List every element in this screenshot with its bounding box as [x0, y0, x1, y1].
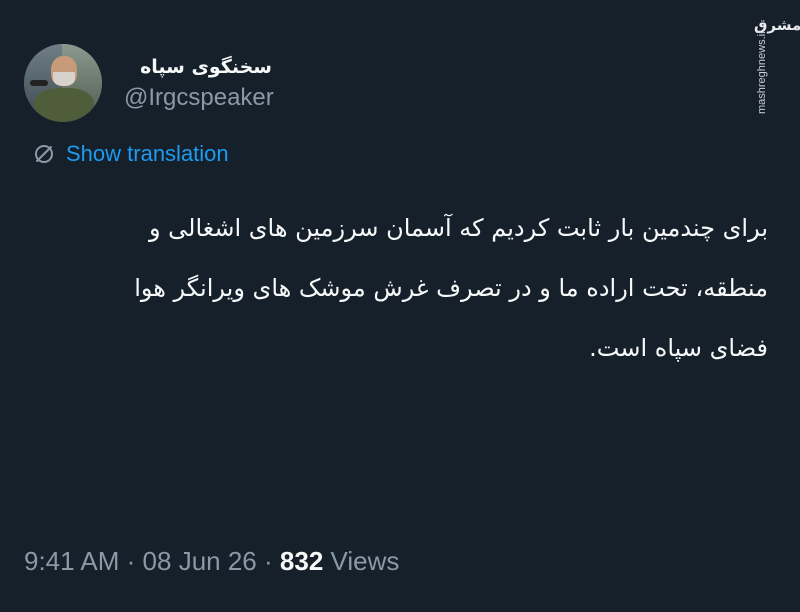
show-translation-label[interactable]: Show translation — [66, 141, 229, 167]
translate-icon — [35, 145, 53, 163]
avatar[interactable] — [24, 44, 102, 122]
meta-separator: · — [264, 546, 273, 576]
show-translation-button[interactable]: Show translation — [32, 140, 229, 168]
tweet-text-line: منطقه، تحت اراده ما و در تصرف غرش موشک ه… — [134, 274, 768, 302]
tweet-text: برای چندمین بار ثابت کردیم که آسمان سرزم… — [32, 198, 768, 378]
avatar-uniform — [34, 88, 94, 122]
tweet-time[interactable]: 9:41 AM — [24, 546, 119, 576]
author-handle[interactable]: @Irgcspeaker — [124, 84, 274, 112]
views-label[interactable]: Views — [331, 546, 400, 576]
avatar-beard — [53, 72, 75, 86]
meta-separator: · — [126, 546, 136, 576]
watermark: مشرق mashreghnews.ir — [750, 10, 800, 128]
tweet-meta: 9:41 AM · 08 Jun 26 · 832 Views — [24, 546, 399, 577]
author-display-name[interactable]: سخنگوی سپاه — [140, 56, 272, 78]
tweet-date[interactable]: 08 Jun 26 — [143, 546, 257, 576]
tweet-card: سخنگوی سپاه @Irgcspeaker مشرق mashreghne… — [0, 0, 800, 612]
tweet-text-line: برای چندمین بار ثابت کردیم که آسمان سرزم… — [148, 214, 768, 242]
watermark-url: mashreghnews.ir — [756, 30, 768, 114]
views-count[interactable]: 832 — [280, 546, 323, 576]
tweet-text-line: فضای سپاه است. — [589, 334, 768, 362]
microphone-icon — [30, 80, 48, 86]
